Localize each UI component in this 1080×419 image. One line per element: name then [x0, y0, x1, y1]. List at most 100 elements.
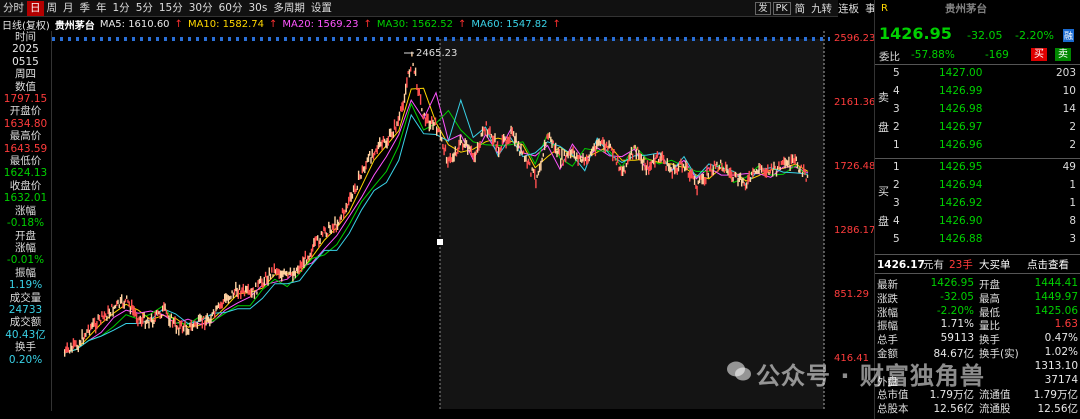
candle: [588, 154, 590, 162]
candle: [749, 177, 752, 182]
candle: [345, 202, 347, 213]
candle: [624, 170, 626, 174]
candle: [537, 170, 540, 176]
order-price: 1426.94: [939, 179, 983, 191]
candle: [772, 169, 774, 177]
candle: [407, 71, 409, 74]
candle: [196, 322, 199, 329]
order-level: 2: [893, 121, 900, 133]
candle: [531, 167, 533, 171]
divider: [875, 254, 1080, 255]
candle: [398, 111, 401, 121]
period-tab[interactable]: 季: [77, 1, 94, 16]
candle: [718, 165, 721, 169]
stat-label: 最低: [979, 306, 1000, 319]
candle: [211, 312, 213, 317]
buy-button[interactable]: 买: [1031, 48, 1047, 61]
candle: [604, 143, 606, 153]
tool-button[interactable]: 连板: [835, 1, 862, 16]
candle: [765, 168, 768, 178]
deal-link[interactable]: 点击查看: [1027, 258, 1069, 272]
period-tab[interactable]: 多周期: [270, 1, 308, 16]
order-volume: 1: [1069, 179, 1076, 191]
y-tick-label: 1286.17: [834, 225, 876, 236]
candle: [361, 165, 363, 174]
candle: [325, 232, 327, 238]
order-price: 1426.88: [939, 233, 983, 245]
period-tab[interactable]: 年: [93, 1, 110, 16]
sell-button[interactable]: 卖: [1055, 48, 1071, 61]
candle: [253, 290, 256, 299]
candle: [780, 160, 783, 166]
candle: [75, 340, 77, 347]
tool-button[interactable]: PK: [772, 2, 791, 15]
candle: [658, 158, 660, 163]
candle: [295, 267, 298, 271]
candle: [255, 282, 257, 287]
divider: [875, 64, 1080, 65]
candle: [147, 317, 149, 324]
candle: [245, 285, 247, 293]
candle: [271, 267, 273, 273]
order-volume: 3: [1069, 233, 1076, 245]
period-tab[interactable]: 15分: [156, 1, 186, 16]
period-tab[interactable]: 30s: [246, 1, 271, 16]
candle: [339, 216, 341, 223]
candle: [127, 299, 129, 303]
candle: [527, 158, 530, 165]
candle: [617, 154, 619, 163]
deal-type: 大买单: [979, 259, 1011, 271]
date-value: 0515: [12, 55, 39, 68]
candle: [184, 320, 186, 327]
period-tab[interactable]: 设置: [308, 1, 335, 16]
candle: [273, 263, 275, 273]
candle: [387, 136, 389, 146]
candle: [481, 126, 484, 137]
stat-value: 59113: [940, 332, 974, 345]
cursor-handle[interactable]: [437, 239, 443, 245]
candle: [333, 223, 335, 234]
candle: [796, 162, 799, 169]
period-tab[interactable]: 周: [44, 1, 61, 16]
candle: [388, 128, 391, 137]
candle: [676, 167, 678, 175]
period-tab[interactable]: 5分: [133, 1, 156, 16]
candle: [755, 169, 758, 174]
candle: [510, 125, 512, 134]
period-tab[interactable]: 日: [27, 0, 44, 16]
tool-button[interactable]: 简: [792, 1, 809, 16]
period-tab[interactable]: 1分: [110, 1, 133, 16]
candle: [319, 238, 321, 244]
candle: [412, 62, 414, 66]
candle: [336, 219, 339, 230]
ma30-label: MA30: 1562.52: [376, 18, 453, 30]
candle: [757, 170, 759, 174]
candle: [122, 302, 124, 309]
candle: [90, 323, 92, 331]
period-tab[interactable]: 月: [60, 1, 77, 16]
period-tab[interactable]: 60分: [216, 1, 246, 16]
candle: [558, 149, 561, 156]
candle: [346, 203, 349, 209]
candle: [390, 128, 392, 137]
side-label: 盘: [878, 215, 889, 228]
period-toolbar: 分时日周月季年 1分 5分 15分 30分 60分 30s 多周期 设置: [0, 0, 838, 17]
candle: [314, 236, 316, 246]
candle: [383, 138, 386, 143]
period-tab[interactable]: 30分: [186, 1, 216, 16]
candle: [752, 167, 754, 178]
candle: [113, 305, 115, 309]
tool-button[interactable]: 发: [755, 2, 771, 15]
candle: [535, 179, 537, 189]
kline-chart[interactable]: 2465.23: [52, 31, 830, 411]
candle: [164, 303, 166, 311]
tool-button[interactable]: 九转: [808, 1, 835, 16]
candle: [424, 117, 427, 127]
candle: [622, 166, 624, 176]
candle: [257, 280, 259, 288]
candle: [170, 313, 172, 319]
candle: [746, 182, 748, 189]
ma10-label: MA10: 1582.74: [187, 18, 265, 30]
period-tab[interactable]: 分时: [0, 1, 27, 16]
candle: [660, 152, 662, 162]
